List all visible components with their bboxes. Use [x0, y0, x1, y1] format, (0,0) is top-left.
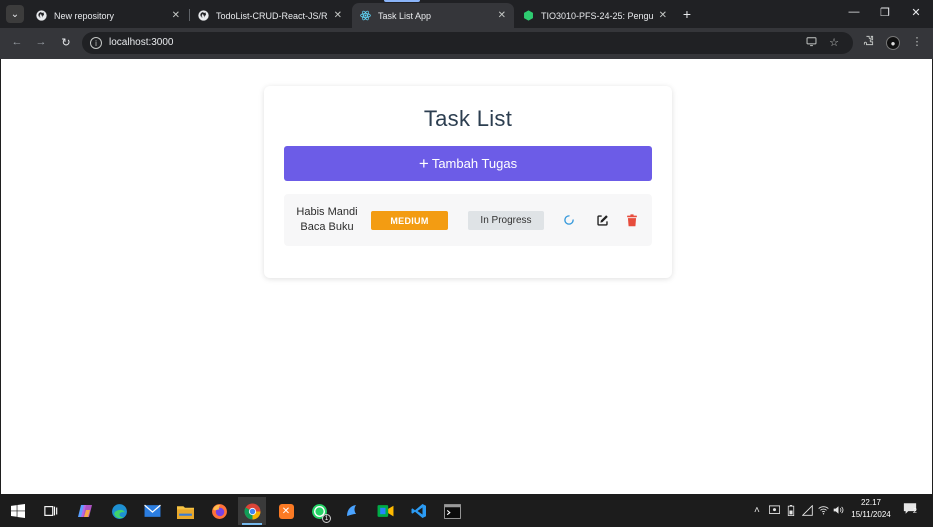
close-icon[interactable]: ✕ — [172, 10, 180, 21]
task-name: Habis Mandi Baca Buku — [296, 206, 358, 233]
window-close-icon[interactable]: ✕ — [908, 6, 924, 19]
firefox-icon[interactable] — [205, 497, 233, 525]
react-icon — [360, 10, 371, 21]
notification-count: 2 — [913, 508, 917, 515]
chrome-icon[interactable] — [238, 497, 266, 525]
add-task-button[interactable]: + Tambah Tugas — [284, 146, 652, 181]
windows-taskbar: ✕ 1 ˄ 22.17 15/11/2024 2 — [0, 494, 933, 527]
whatsapp-badge: 1 — [322, 514, 331, 523]
address-bar[interactable]: i localhost:3000 ☆ — [82, 32, 853, 54]
clock-date: 15/11/2024 — [851, 510, 891, 519]
windows-start-icon[interactable] — [4, 497, 32, 525]
terminal-icon[interactable] — [438, 497, 466, 525]
tab-todolist-readme[interactable]: TodoList-CRUD-React-JS/READM ✕ — [190, 3, 350, 28]
add-task-label: Tambah Tugas — [431, 156, 518, 171]
clock-time: 22.17 — [860, 498, 882, 507]
page-title: Task List — [423, 106, 513, 131]
task-list-card: Task List + Tambah Tugas Habis Mandi Bac… — [264, 86, 672, 278]
profile-avatar[interactable]: ● — [886, 36, 900, 50]
delete-trash-icon[interactable] — [624, 212, 640, 228]
back-icon[interactable]: ← — [10, 36, 24, 48]
tab-new-repository[interactable]: New repository ✕ — [28, 3, 188, 28]
tab-search-button[interactable]: ⌄ — [6, 5, 24, 23]
bookmark-star-icon[interactable]: ☆ — [827, 36, 841, 49]
reload-icon[interactable]: ↻ — [59, 36, 73, 49]
network-icon[interactable] — [801, 504, 813, 519]
meet-icon[interactable] — [371, 497, 399, 525]
task-item: Habis Mandi Baca Buku MEDIUM In Progress — [284, 194, 652, 246]
copilot-icon[interactable] — [71, 497, 99, 525]
tab-title: TodoList-CRUD-React-JS/READM — [216, 10, 328, 21]
chevron-up-icon[interactable]: ˄ — [754, 505, 760, 516]
tab-task-list-app[interactable]: Task List App ✕ — [352, 3, 514, 28]
minimize-icon[interactable]: — — [846, 6, 862, 18]
priority-badge: MEDIUM — [371, 211, 448, 230]
forward-icon[interactable]: → — [34, 36, 48, 48]
browser-tabstrip: ⌄ New repository ✕ TodoList-CRUD-React-J… — [0, 0, 933, 28]
close-icon[interactable]: ✕ — [659, 10, 667, 21]
tab-title: New repository — [54, 10, 115, 21]
extensions-icon[interactable] — [861, 35, 875, 49]
tab-pengumpulan[interactable]: TIO3010-PFS-24-25: Pengumpu ✕ — [515, 3, 675, 28]
vscode-icon[interactable] — [405, 497, 433, 525]
wifi-icon[interactable] — [818, 505, 829, 518]
whatsapp-icon[interactable]: 1 — [305, 497, 333, 525]
battery-icon[interactable] — [787, 505, 795, 519]
new-tab-button[interactable]: + — [680, 6, 694, 22]
cast-icon[interactable] — [804, 36, 818, 50]
tab-title: TIO3010-PFS-24-25: Pengumpu — [541, 10, 653, 21]
meet-now-icon[interactable] — [768, 505, 781, 518]
edge-icon[interactable] — [105, 497, 133, 525]
file-explorer-icon[interactable] — [171, 497, 199, 525]
browser-toolbar: ← → ↻ i localhost:3000 ☆ ⋮ — [0, 28, 933, 59]
dbeaver-icon[interactable] — [338, 497, 366, 525]
site-info-icon[interactable]: i — [90, 37, 102, 49]
hexagon-icon — [523, 10, 534, 21]
url-text[interactable]: localhost:3000 — [109, 37, 174, 48]
in-progress-spinner-icon[interactable] — [561, 212, 577, 228]
tab-title: Task List App — [378, 10, 432, 21]
page-viewport: Task List + Tambah Tugas Habis Mandi Bac… — [0, 59, 933, 494]
xampp-icon[interactable]: ✕ — [272, 497, 300, 525]
taskbar-clock[interactable]: 22.17 15/11/2024 — [846, 497, 896, 521]
edit-icon[interactable] — [594, 212, 610, 228]
status-badge[interactable]: In Progress — [468, 211, 544, 230]
github-icon — [198, 10, 209, 21]
close-icon[interactable]: ✕ — [334, 10, 342, 21]
task-view-icon[interactable] — [37, 497, 65, 525]
active-app-indicator — [242, 523, 262, 525]
github-icon — [36, 10, 47, 21]
mail-icon[interactable] — [138, 497, 166, 525]
restore-icon[interactable]: ❐ — [877, 6, 893, 19]
plus-icon: + — [418, 154, 429, 173]
more-menu-icon[interactable]: ⋮ — [910, 35, 924, 48]
close-icon[interactable]: ✕ — [498, 10, 506, 21]
tab-activity-indicator — [384, 0, 420, 2]
volume-icon[interactable] — [833, 505, 844, 518]
